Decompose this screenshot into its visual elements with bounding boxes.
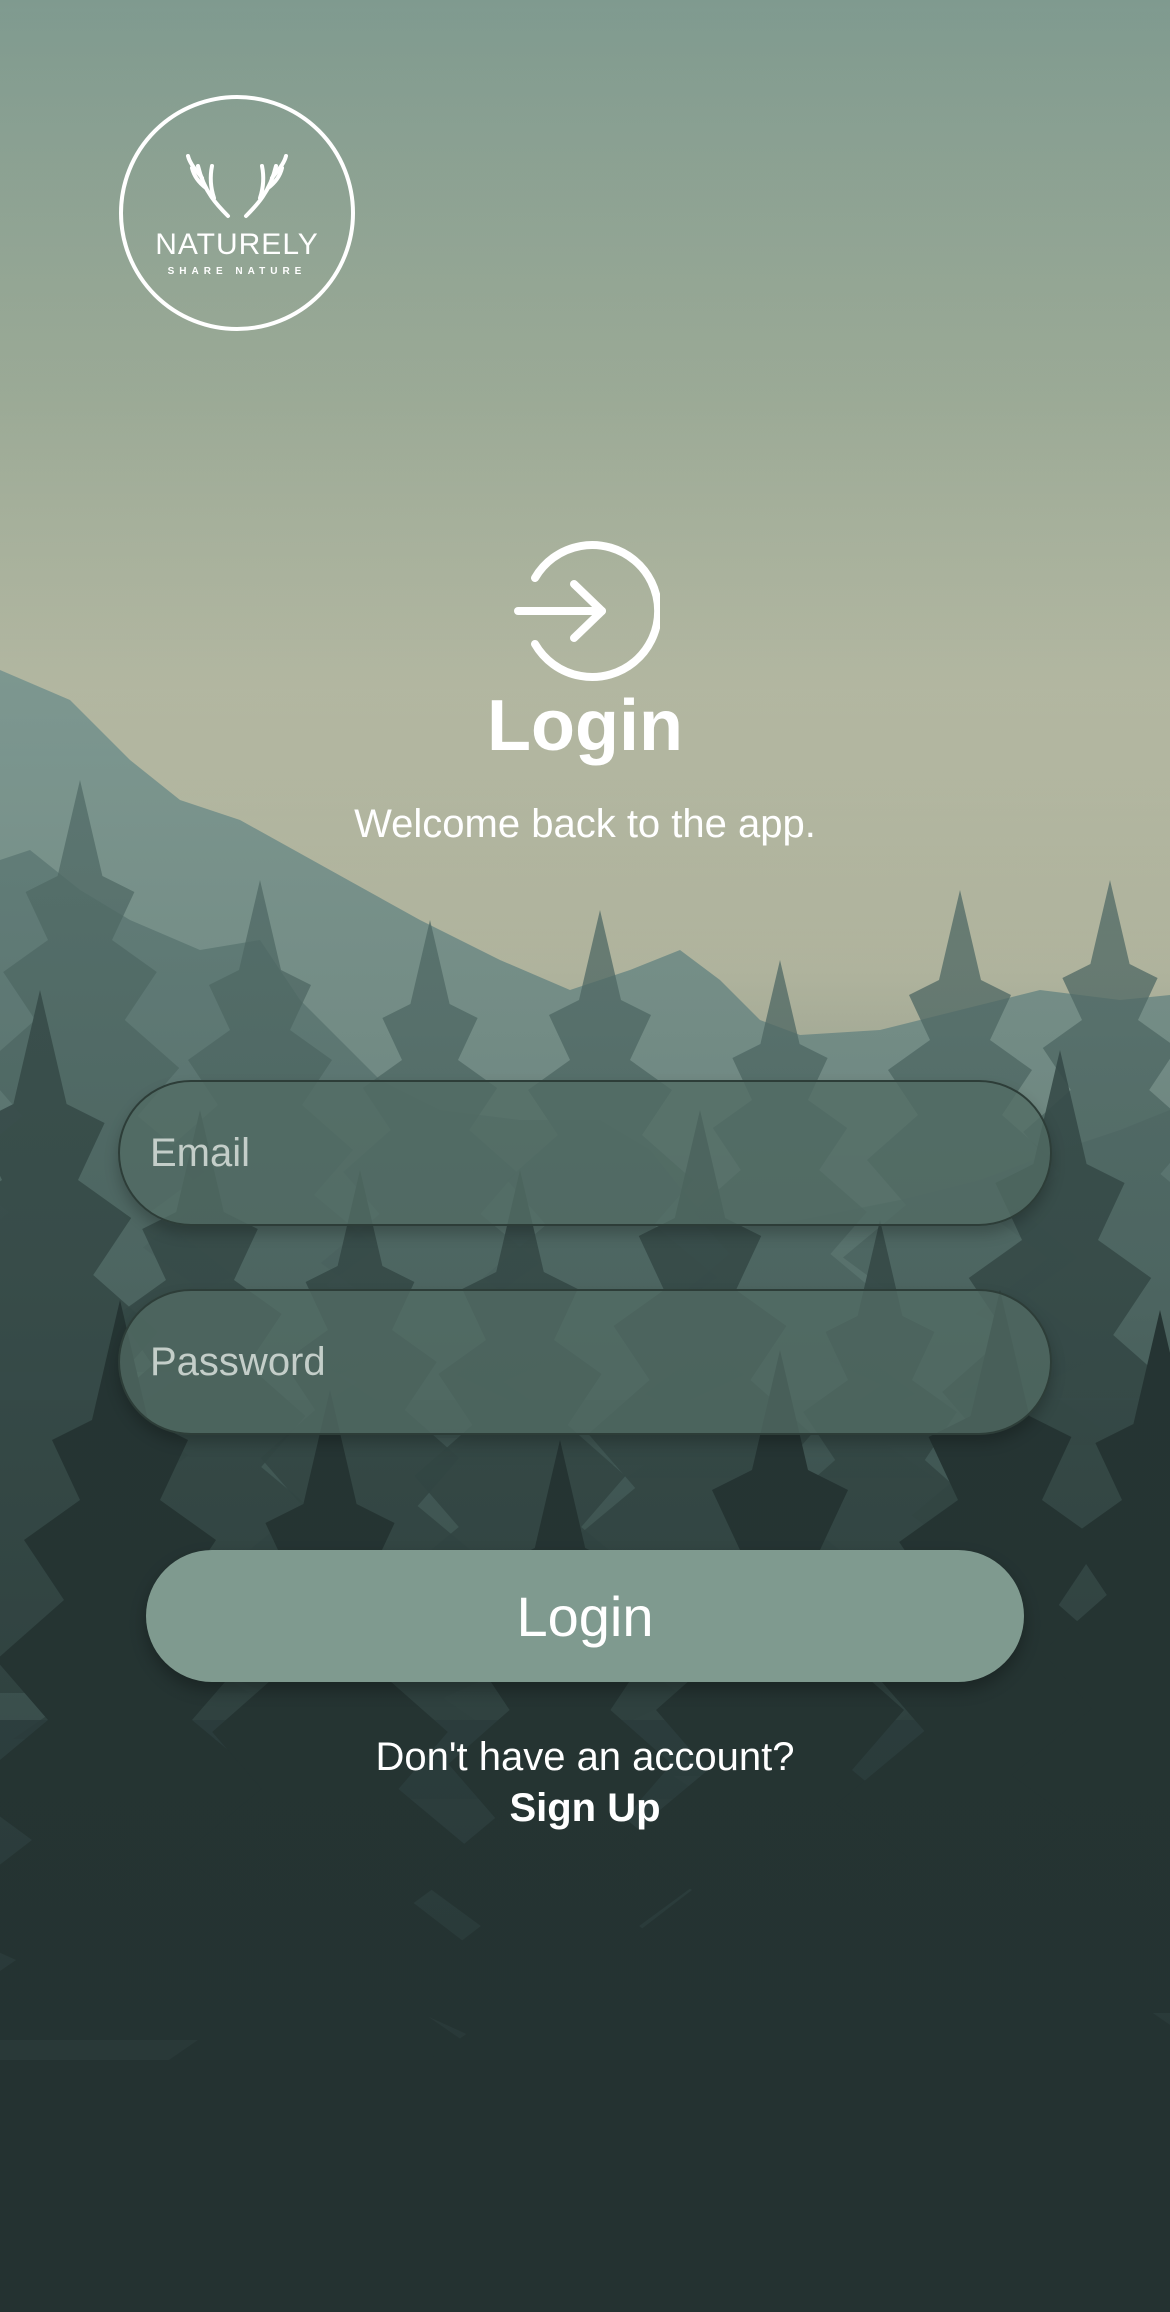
signup-link[interactable]: Sign Up (435, 1783, 735, 1833)
naturely-logo: NATURELY SHARE NATURE (118, 94, 356, 332)
password-field[interactable] (120, 1291, 1050, 1433)
email-field[interactable] (120, 1082, 1050, 1224)
antlers-logo-icon (119, 95, 355, 331)
signup-prompt: Don't have an account? (375, 1735, 795, 1779)
page-subtitle: Welcome back to the app. (354, 802, 816, 846)
logo-tagline: SHARE NATURE (167, 266, 307, 277)
login-button[interactable]: Login (146, 1550, 1024, 1682)
page-title: Login (487, 686, 683, 766)
email-field-container (118, 1080, 1052, 1226)
logo-wordmark: NATURELY (155, 228, 319, 261)
login-arrow-icon (510, 536, 660, 686)
password-field-container (118, 1289, 1052, 1435)
